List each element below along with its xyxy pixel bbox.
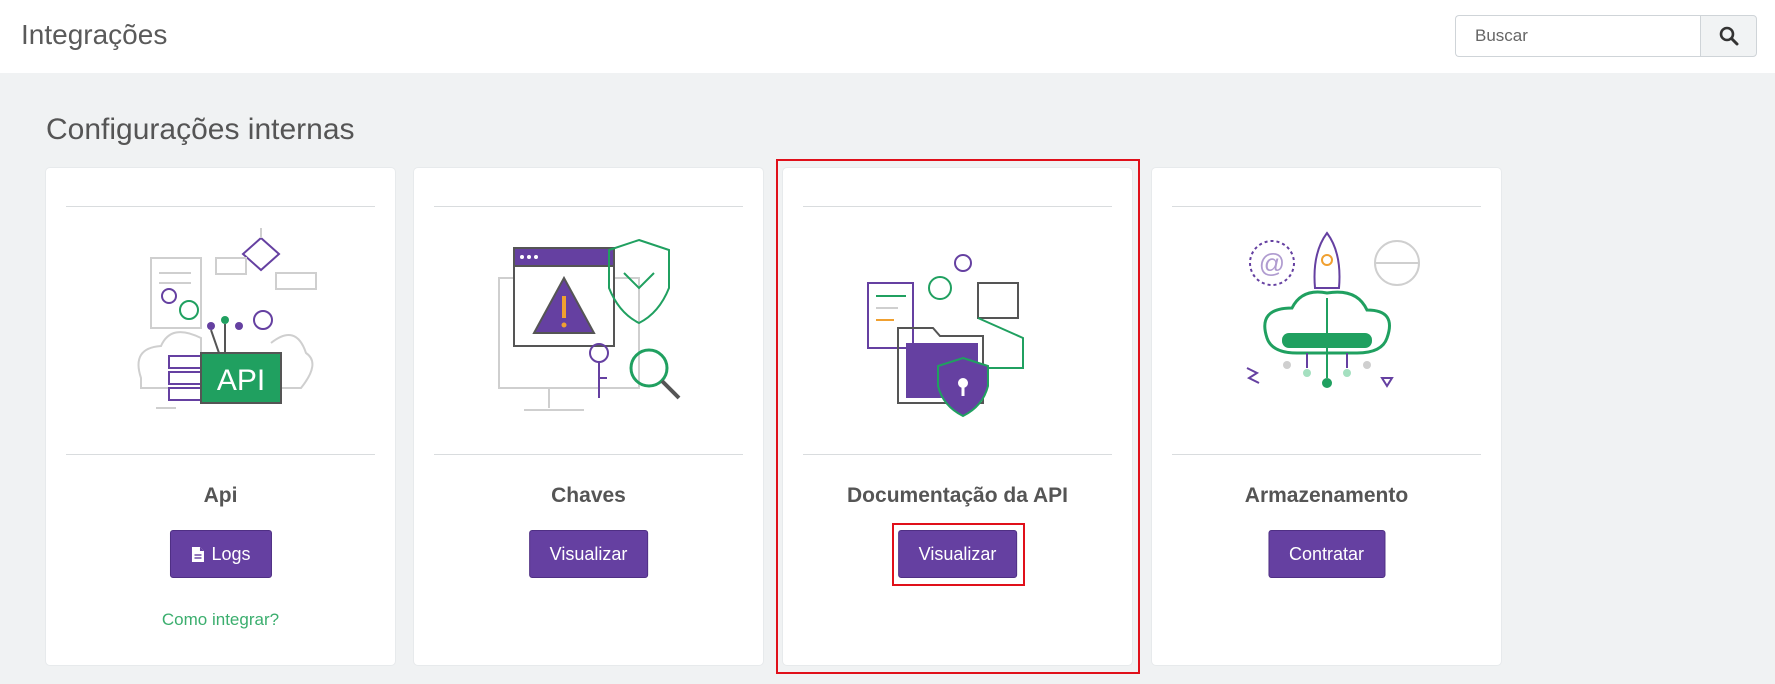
search-button[interactable] xyxy=(1700,15,1757,57)
visualizar-button[interactable]: Visualizar xyxy=(528,530,649,578)
file-icon xyxy=(191,546,204,562)
divider xyxy=(434,454,743,455)
card-title: Chaves xyxy=(551,484,626,507)
card-armazenamento: @ Armazenamento Contratar xyxy=(1152,168,1501,665)
divider xyxy=(66,206,375,207)
divider xyxy=(66,454,375,455)
svg-text:API: API xyxy=(217,364,265,397)
how-to-integrate-link[interactable]: Como integrar? xyxy=(46,610,395,630)
card-title: Armazenamento xyxy=(1244,484,1409,507)
card-title: Api xyxy=(203,484,238,507)
page-title: Integrações xyxy=(21,19,168,50)
divider xyxy=(434,206,743,207)
contratar-button[interactable]: Contratar xyxy=(1267,530,1386,578)
visualizar-button[interactable]: Visualizar xyxy=(897,530,1018,578)
keys-illustration xyxy=(498,238,681,411)
search-icon xyxy=(1719,26,1738,46)
divider xyxy=(803,454,1112,455)
section-title: Configurações internas xyxy=(46,113,355,146)
logs-button-label: Logs xyxy=(211,543,251,564)
svg-text:@: @ xyxy=(1259,248,1285,278)
api-docs-illustration xyxy=(867,254,1024,418)
divider xyxy=(1172,206,1481,207)
search-group xyxy=(1455,15,1757,57)
card-api: API Api Logs Como integrar? xyxy=(46,168,395,665)
storage-cloud-illustration: @ xyxy=(1246,231,1420,388)
card-documentacao-api: Documentação da API Visualizar xyxy=(783,168,1132,665)
logs-button[interactable]: Logs xyxy=(169,530,272,578)
divider xyxy=(1172,454,1481,455)
search-input[interactable] xyxy=(1455,15,1700,57)
card-chaves: Chaves Visualizar xyxy=(414,168,763,665)
top-bar: Integrações xyxy=(0,0,1775,73)
divider xyxy=(803,206,1112,207)
api-illustration: API xyxy=(137,228,317,409)
card-title: Documentação da API xyxy=(847,484,1068,507)
